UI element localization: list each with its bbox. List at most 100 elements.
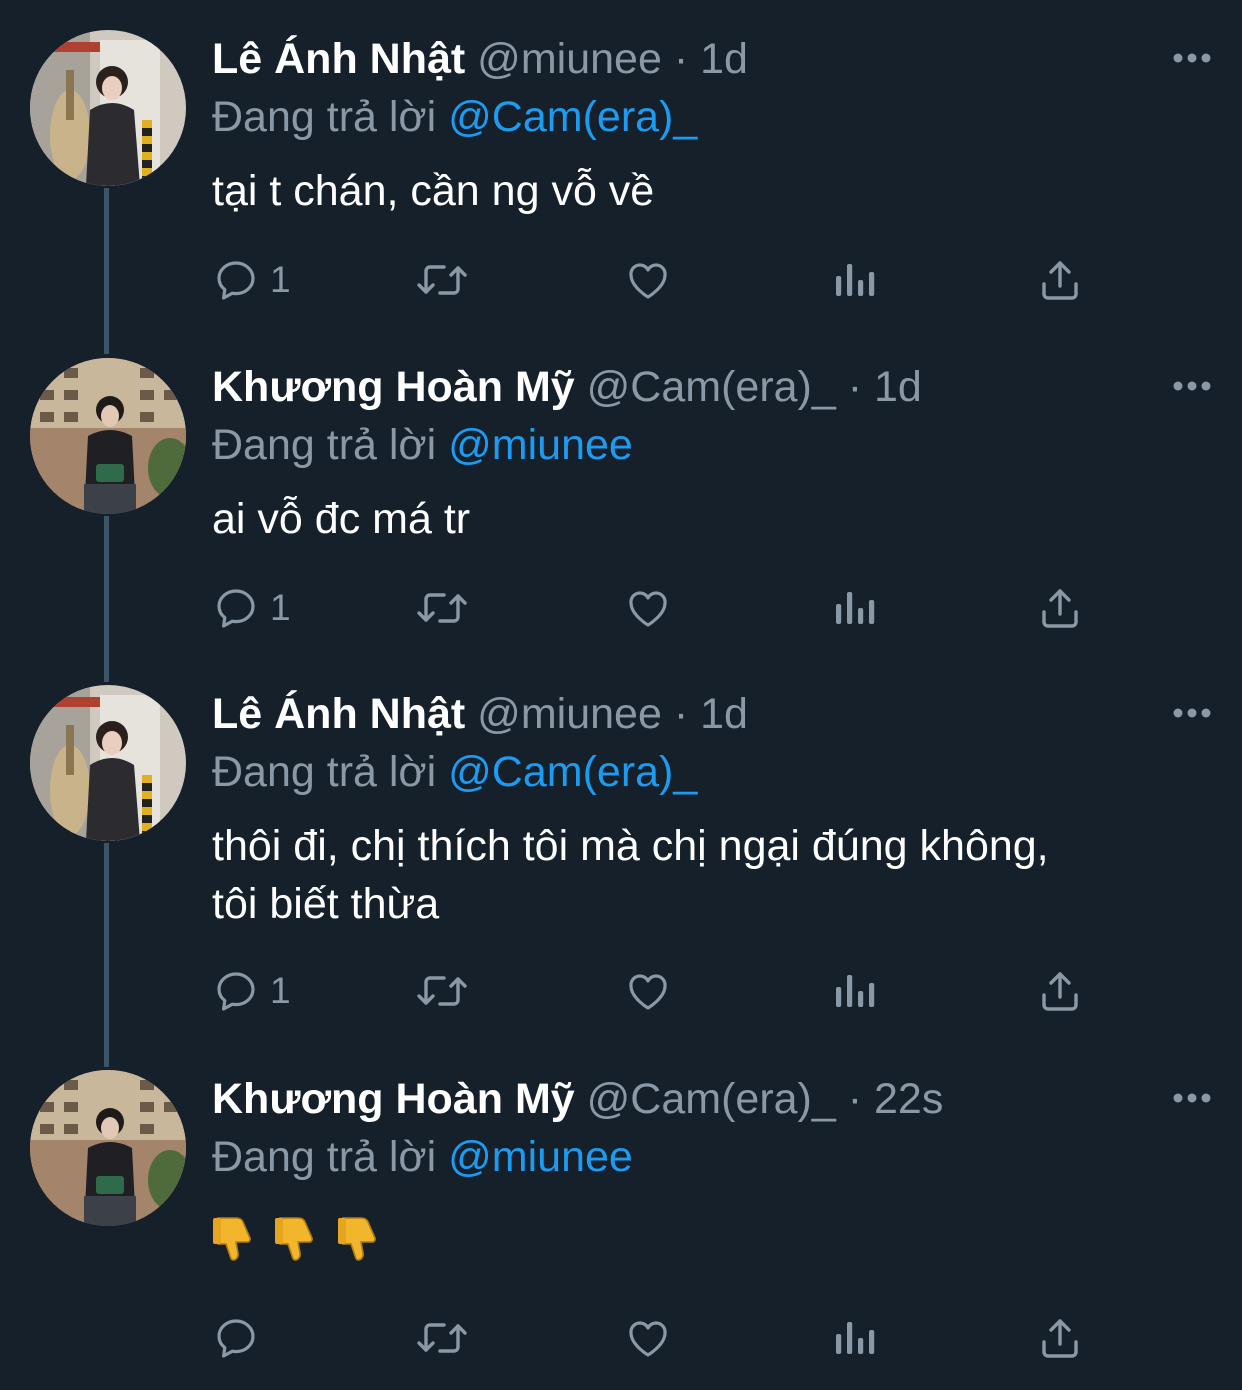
- like-icon: [629, 591, 667, 627]
- share-icon: [1042, 1319, 1078, 1358]
- avatar[interactable]: [30, 30, 186, 186]
- avatar-photo-girl-with-guitar: [30, 30, 186, 186]
- views-button[interactable]: [832, 963, 876, 1019]
- retweet-icon: [417, 1323, 467, 1353]
- tweet-text: tại t chán, cần ng vỗ về: [212, 167, 655, 215]
- views-icon: [836, 592, 875, 624]
- reply-button[interactable]: 1: [212, 252, 291, 308]
- views-icon: [836, 1322, 875, 1354]
- replying-to-handle[interactable]: @miunee: [448, 1133, 633, 1181]
- like-button[interactable]: [624, 1310, 672, 1366]
- like-icon: [629, 263, 667, 299]
- username[interactable]: @Cam(era)_: [587, 1075, 836, 1123]
- tweet-actions: 1: [212, 580, 1092, 636]
- replying-to: Đang trả lời @Cam(era)_: [212, 745, 697, 799]
- views-button[interactable]: [832, 1310, 876, 1366]
- display-name[interactable]: Lê Ánh Nhật: [212, 35, 465, 83]
- tweet-text: ai vỗ đc má tr: [212, 495, 471, 543]
- avatar[interactable]: [30, 358, 186, 514]
- display-name[interactable]: Khương Hoàn Mỹ: [212, 1075, 575, 1123]
- avatar[interactable]: [30, 1070, 186, 1226]
- more-icon[interactable]: [1172, 707, 1212, 719]
- like-button[interactable]: [624, 580, 672, 636]
- thumbs-down-icon: [337, 1217, 376, 1261]
- reply-button[interactable]: [212, 1310, 270, 1366]
- thumbs-down-icon: [213, 1217, 251, 1261]
- reply-icon: [217, 589, 255, 628]
- views-icon: [836, 264, 875, 296]
- reply-count: 1: [270, 587, 291, 628]
- share-icon: [1042, 972, 1078, 1011]
- timestamp[interactable]: 22s: [874, 1075, 943, 1123]
- retweet-icon: [417, 265, 467, 295]
- views-button[interactable]: [832, 252, 876, 308]
- like-button[interactable]: [624, 963, 672, 1019]
- username[interactable]: @Cam(era)_: [587, 363, 836, 411]
- avatar[interactable]: [30, 685, 186, 841]
- avatar-photo-girl-with-guitar: [30, 685, 186, 841]
- tweet-header: Lê Ánh Nhật @miunee · 1d: [212, 32, 1182, 86]
- share-button[interactable]: [1036, 1310, 1084, 1366]
- display-name[interactable]: Khương Hoàn Mỹ: [212, 363, 575, 411]
- replying-to: Đang trả lời @miunee: [212, 1130, 633, 1184]
- timestamp[interactable]: 1d: [700, 690, 748, 738]
- tweet-text-line: tôi biết thừa: [212, 880, 440, 928]
- replying-to-label: Đang trả lời: [212, 93, 437, 141]
- replying-to-handle[interactable]: @Cam(era)_: [448, 93, 697, 141]
- more-icon[interactable]: [1172, 52, 1212, 64]
- separator-dot: ·: [847, 363, 863, 411]
- timestamp[interactable]: 1d: [700, 35, 748, 83]
- replying-to: Đang trả lời @miunee: [212, 418, 633, 472]
- tweet-text-line: thôi đi, chị thích tôi mà chị ngại đúng …: [212, 822, 1049, 870]
- reply-count: 1: [270, 970, 291, 1011]
- separator-dot: ·: [847, 1075, 863, 1123]
- tweet-actions: 1: [212, 963, 1092, 1019]
- username[interactable]: @miunee: [477, 690, 662, 738]
- retweet-icon: [417, 976, 467, 1006]
- tweet-header: Lê Ánh Nhật @miunee · 1d: [212, 687, 1182, 741]
- share-button[interactable]: [1036, 580, 1084, 636]
- replying-to-label: Đang trả lời: [212, 1133, 437, 1181]
- like-icon: [629, 1321, 667, 1357]
- avatar-photo-girl-by-building: [30, 358, 186, 514]
- reply-count: 1: [270, 259, 291, 300]
- replying-to-handle[interactable]: @Cam(era)_: [448, 748, 697, 796]
- tweet-actions: 1: [212, 252, 1092, 308]
- thread-line: [104, 516, 109, 682]
- thumbs-down-icon: [275, 1217, 314, 1261]
- replying-to-label: Đang trả lời: [212, 748, 437, 796]
- username[interactable]: @miunee: [477, 35, 662, 83]
- reply-button[interactable]: 1: [212, 580, 291, 636]
- reply-icon: [217, 1319, 255, 1358]
- tweet-text: thôi đi, chị thích tôi mà chị ngại đúng …: [212, 817, 1212, 933]
- display-name[interactable]: Lê Ánh Nhật: [212, 690, 465, 738]
- like-button[interactable]: [624, 252, 672, 308]
- tweet-header: Khương Hoàn Mỹ @Cam(era)_ · 1d: [212, 360, 1182, 414]
- reply-icon: [217, 972, 255, 1011]
- replying-to-handle[interactable]: @miunee: [448, 421, 633, 469]
- tweet-actions: [212, 1310, 1092, 1366]
- thread-line: [104, 188, 109, 354]
- replying-to-label: Đang trả lời: [212, 421, 437, 469]
- share-icon: [1042, 261, 1078, 300]
- share-button[interactable]: [1036, 963, 1084, 1019]
- share-button[interactable]: [1036, 252, 1084, 308]
- separator-dot: ·: [673, 690, 689, 738]
- share-icon: [1042, 589, 1078, 628]
- retweet-button[interactable]: [414, 252, 470, 308]
- retweet-button[interactable]: [414, 963, 470, 1019]
- conversation-thread: Lê Ánh Nhật @miunee · 1d Đang trả lời @C…: [0, 0, 1242, 1390]
- retweet-button[interactable]: [414, 1310, 470, 1366]
- views-button[interactable]: [832, 580, 876, 636]
- replying-to: Đang trả lời @Cam(era)_: [212, 90, 697, 144]
- views-icon: [836, 975, 875, 1007]
- retweet-button[interactable]: [414, 580, 470, 636]
- timestamp[interactable]: 1d: [874, 363, 922, 411]
- more-icon[interactable]: [1172, 380, 1212, 392]
- avatar-photo-girl-by-building: [30, 1070, 186, 1226]
- more-icon[interactable]: [1172, 1092, 1212, 1104]
- tweet-header: Khương Hoàn Mỹ @Cam(era)_ · 22s: [212, 1072, 1182, 1126]
- reply-icon: [217, 261, 255, 300]
- tweet-emoji: [212, 1214, 395, 1274]
- reply-button[interactable]: 1: [212, 963, 291, 1019]
